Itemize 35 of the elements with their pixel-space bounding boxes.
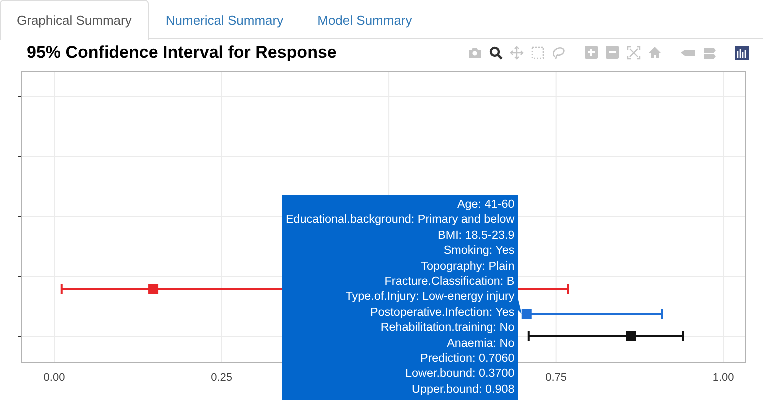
- data-point[interactable]: [148, 284, 159, 294]
- tooltip-line: Type.of.Injury: Low-energy injury: [346, 289, 515, 305]
- axis-tick-label: 1.00: [712, 372, 734, 384]
- tooltip-line: Topography: Plain: [421, 258, 515, 274]
- tab[interactable]: Model Summary: [300, 0, 430, 39]
- zoom-icon[interactable]: [489, 46, 503, 60]
- pan-icon[interactable]: [510, 46, 524, 60]
- axis-tick-label: 0.25: [211, 372, 232, 384]
- tooltip-line: Smoking: Yes: [444, 243, 515, 259]
- zoom-in-icon[interactable]: [585, 46, 599, 60]
- data-point[interactable]: [522, 309, 532, 319]
- zoom-out-icon[interactable]: [606, 46, 620, 60]
- tooltip-line: Upper.bound: 0.908: [412, 382, 515, 398]
- tooltip-line: Anaemia: No: [447, 336, 515, 352]
- box-select-icon[interactable]: [531, 46, 545, 60]
- tooltip-line: Lower.bound: 0.3700: [406, 366, 515, 382]
- axis-tick-label: 0.00: [44, 372, 66, 384]
- data-point[interactable]: [626, 332, 636, 342]
- tooltip-line: Prediction: 0.7060: [420, 351, 515, 366]
- tooltip-line: Educational.background: Primary and below: [286, 212, 515, 228]
- chart-title: 95% Confidence Interval for Response: [27, 43, 338, 63]
- chart-logo-icon[interactable]: [735, 46, 749, 60]
- tooltip-line: BMI: 18.5-23.9: [438, 228, 515, 244]
- tab[interactable]: Numerical Summary: [148, 0, 301, 39]
- tooltip-line: Age: 41-60: [458, 197, 515, 212]
- tooltip-line: Postoperative.Infection: Yes: [370, 304, 515, 320]
- camera-icon[interactable]: [468, 46, 482, 60]
- tooltip-line: Rehabilitation.training: No: [380, 320, 515, 336]
- home-icon[interactable]: [648, 46, 662, 60]
- compare-icon[interactable]: [702, 46, 716, 60]
- tooltip-line: Fracture.Classification: B: [384, 274, 515, 290]
- axis-tick-label: 0.75: [546, 372, 568, 384]
- lasso-icon[interactable]: [552, 46, 566, 60]
- autoscale-icon[interactable]: [627, 46, 641, 60]
- tab[interactable]: Graphical Summary: [0, 0, 149, 40]
